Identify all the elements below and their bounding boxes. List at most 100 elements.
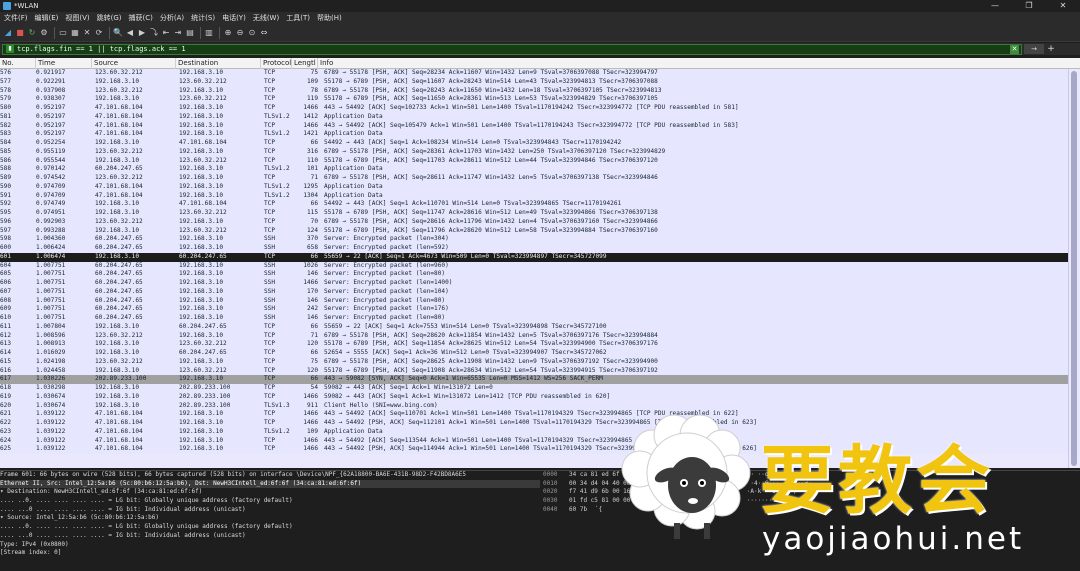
detail-tree-item[interactable]: Frame 601: 66 bytes on wire (528 bits), …	[0, 471, 540, 480]
restart-icon[interactable]: ↻	[27, 28, 37, 38]
table-row[interactable]: 619 1.030674 192.168.3.10 202.89.233.100 TCP…	[0, 392, 1068, 402]
search-icon[interactable]: 🔍	[113, 28, 123, 38]
table-row[interactable]: 577 0.922291 192.168.3.10 123.60.32.212 TCP 1…	[0, 77, 1068, 87]
gear-icon[interactable]: ⚙	[39, 28, 49, 38]
table-row[interactable]: 590 0.974709 47.101.68.104 192.168.3.10 TLSv…	[0, 182, 1068, 192]
table-row[interactable]: 604 1.007751 60.204.247.65 192.168.3.10 SSH 1…	[0, 261, 1068, 271]
table-row[interactable]: 614 1.016029 192.168.3.10 60.204.247.65 TCP 6…	[0, 349, 1068, 358]
column-header-time[interactable]: Time	[36, 58, 92, 69]
first-packet-icon[interactable]: ⇤	[161, 28, 171, 38]
table-row[interactable]: 605 1.007751 60.204.247.65 192.168.3.10 SSH 1…	[0, 270, 1068, 279]
hex-row[interactable]: 0010 00 34 d4 04 40 00 80 06 00 00 c0 a8 …	[543, 480, 1080, 489]
detail-tree-item[interactable]: .... ..0. .... .... .... .... = LG bit: …	[0, 497, 540, 506]
menu-item[interactable]: 统计(S)	[191, 13, 215, 23]
table-row[interactable]: 583 0.952197 47.101.68.104 192.168.3.10 TLSv…	[0, 130, 1068, 139]
table-row[interactable]: 625 1.039122 47.101.68.104 192.168.3.10 TCP 1…	[0, 445, 1068, 454]
table-row[interactable]: 621 1.039122 47.101.68.104 192.168.3.10 TCP 1…	[0, 410, 1068, 419]
table-row[interactable]: 610 1.007751 60.204.247.65 192.168.3.10 SSH 1…	[0, 314, 1068, 323]
last-packet-icon[interactable]: ⇥	[173, 28, 183, 38]
table-row[interactable]: 600 1.006424 60.204.247.65 192.168.3.10 SSH 6…	[0, 244, 1068, 253]
shark-fin-start-icon[interactable]: ◢	[3, 28, 13, 38]
table-row[interactable]: 579 0.938307 192.168.3.10 123.60.32.212 TCP 1…	[0, 95, 1068, 104]
detail-tree-item[interactable]: .... ..0. .... .... .... .... = LG bit: …	[0, 523, 540, 532]
goto-icon[interactable]: ⤵	[149, 28, 159, 38]
table-row[interactable]: 616 1.024458 192.168.3.10 123.60.32.212 TCP 1…	[0, 366, 1068, 376]
column-header-length[interactable]: Lengtl	[292, 58, 318, 69]
maximize-button[interactable]: ❐	[1012, 0, 1046, 12]
resize-columns-icon[interactable]: ⇔	[259, 28, 269, 38]
autoscroll-icon[interactable]: ▤	[185, 28, 195, 38]
colorize-icon[interactable]: ▥	[204, 28, 214, 38]
bookmark-filter-icon[interactable]: ▮	[6, 45, 14, 53]
table-row[interactable]: 620 1.030674 192.168.3.10 202.89.233.100 TLS…	[0, 401, 1068, 411]
table-row[interactable]: 612 1.008596 123.60.32.212 192.168.3.10 TCP 7…	[0, 331, 1068, 341]
folder-open-icon[interactable]: ▭	[58, 28, 68, 38]
table-row[interactable]: 609 1.007751 60.204.247.65 192.168.3.10 SSH 2…	[0, 305, 1068, 314]
table-row[interactable]: 624 1.039122 47.101.68.104 192.168.3.10 TCP 1…	[0, 436, 1068, 446]
table-row[interactable]: 606 1.007751 60.204.247.65 192.168.3.10 SSH 1…	[0, 279, 1068, 288]
table-row[interactable]: 617 1.030226 202.89.233.100 192.168.3.10 TCP…	[0, 375, 1068, 384]
detail-tree-item[interactable]: Ethernet II, Src: Intel_12:5a:b6 (5c:80:…	[0, 479, 540, 489]
reload-icon[interactable]: ⟳	[94, 28, 104, 38]
table-row[interactable]: 580 0.952197 47.101.68.104 192.168.3.10 TCP 1…	[0, 104, 1068, 113]
menu-item[interactable]: 捕获(C)	[129, 13, 153, 23]
table-row[interactable]: 595 0.974951 192.168.3.10 123.60.32.212 TCP 1…	[0, 209, 1068, 218]
table-row[interactable]: 585 0.955119 123.60.32.212 192.168.3.10 TCP 3…	[0, 147, 1068, 157]
menu-item[interactable]: 视图(V)	[65, 13, 89, 23]
table-row[interactable]: 608 1.007751 60.204.247.65 192.168.3.10 SSH 1…	[0, 296, 1068, 306]
close-x-icon[interactable]: ✕	[82, 28, 92, 38]
table-row[interactable]: 582 0.952197 47.101.68.104 192.168.3.10 TCP 1…	[0, 121, 1068, 131]
hex-row[interactable]: 0030 01 fd c5 81 00 00 01 01 08 0a 13 4f …	[543, 497, 1080, 506]
detail-tree-item[interactable]: .... ...0 .... .... .... .... = IG bit: …	[0, 532, 540, 541]
column-header-info[interactable]: Info	[318, 58, 1080, 69]
detail-tree-item[interactable]: [Stream index: 0]	[0, 549, 540, 558]
menu-item[interactable]: 无线(W)	[253, 13, 279, 23]
zoom-in-icon[interactable]: ⊕	[223, 28, 233, 38]
menu-item[interactable]: 电话(Y)	[222, 13, 246, 23]
table-row[interactable]: 576 0.921917 123.60.32.212 192.168.3.10 TCP 7…	[0, 69, 1068, 78]
save-grid-icon[interactable]: ▦	[70, 28, 80, 38]
menu-item[interactable]: 帮助(H)	[317, 13, 342, 23]
column-header-protocol[interactable]: Protocol	[261, 58, 292, 69]
table-row[interactable]: 622 1.039122 47.101.68.104 192.168.3.10 TCP 1…	[0, 419, 1068, 428]
back-arrow-icon[interactable]: ◀	[125, 28, 135, 38]
filter-text[interactable]: tcp.flags.fin == 1 || tcp.flags.ack == 1	[17, 45, 186, 53]
table-row[interactable]: 623 1.039122 47.101.68.104 192.168.3.10 TLSv…	[0, 427, 1068, 437]
menu-item[interactable]: 分析(A)	[160, 13, 184, 23]
table-row[interactable]: 598 1.004360 60.204.247.65 192.168.3.10 SSH 3…	[0, 235, 1068, 244]
table-row[interactable]: 589 0.974542 123.60.32.212 192.168.3.10 TCP 7…	[0, 174, 1068, 183]
table-row[interactable]: 597 0.993288 192.168.3.10 123.60.32.212 TCP 1…	[0, 226, 1068, 236]
table-row[interactable]: 578 0.937908 123.60.32.212 192.168.3.10 TCP 7…	[0, 86, 1068, 96]
table-row[interactable]: 592 0.974749 192.168.3.10 47.101.68.104 TCP 6…	[0, 200, 1068, 209]
column-header-no[interactable]: No.	[0, 58, 36, 69]
hex-row[interactable]: 0020 f7 41 d9 6b 00 16 1b 4f 21 3b 39 22 …	[543, 488, 1080, 497]
table-row[interactable]: 586 0.955544 192.168.3.10 123.60.32.212 TCP 1…	[0, 156, 1068, 166]
table-row[interactable]: 611 1.007804 192.168.3.10 60.204.247.65 TCP 6…	[0, 322, 1068, 332]
add-filter-button[interactable]: +	[1046, 44, 1056, 54]
table-row-selected[interactable]: 601 1.006474 192.168.3.10 60.204.247.65 TCP 6…	[0, 252, 1068, 262]
column-header-destination[interactable]: Destination	[176, 58, 261, 69]
menu-item[interactable]: 编辑(E)	[35, 13, 59, 23]
menu-item[interactable]: 工具(T)	[286, 13, 310, 23]
table-row[interactable]: 607 1.007751 60.204.247.65 192.168.3.10 SSH 1…	[0, 287, 1068, 297]
table-row[interactable]: 588 0.970142 60.204.247.65 192.168.3.10 TLSv…	[0, 165, 1068, 174]
column-header-source[interactable]: Source	[92, 58, 176, 69]
detail-tree-item[interactable]: ▾ Destination: NewH3CIntell_ed:6f:6f (34…	[0, 488, 540, 497]
detail-tree-item[interactable]: ▾ Source: Intel_12:5a:b6 (5c:80:b6:12:5a…	[0, 514, 540, 523]
minimize-button[interactable]: —	[978, 0, 1012, 12]
close-button[interactable]: ✕	[1046, 0, 1080, 12]
table-row[interactable]: 591 0.974709 47.101.68.104 192.168.3.10 TLSv…	[0, 191, 1068, 201]
zoom-reset-icon[interactable]: ⊙	[247, 28, 257, 38]
packet-list-scrollbar[interactable]	[1068, 69, 1080, 468]
detail-tree-item[interactable]: Type: IPv4 (0x0800)	[0, 541, 540, 550]
table-row[interactable]: 596 0.992903 123.60.32.212 192.168.3.10 TCP 7…	[0, 217, 1068, 227]
menu-item[interactable]: 跳转(G)	[97, 13, 122, 23]
menu-item[interactable]: 文件(F)	[4, 13, 28, 23]
table-row[interactable]: 581 0.952197 47.101.68.104 192.168.3.10 TLSv…	[0, 112, 1068, 122]
hex-row[interactable]: 0040 60 7b `{	[543, 506, 1080, 515]
stop-square-icon[interactable]: ■	[15, 28, 25, 38]
detail-tree-item[interactable]: .... ...0 .... .... .... .... = IG bit: …	[0, 506, 540, 515]
forward-arrow-icon[interactable]: ▶	[137, 28, 147, 38]
table-row[interactable]: 618 1.030298 192.168.3.10 202.89.233.100 TCP…	[0, 384, 1068, 393]
apply-filter-button[interactable]: →	[1024, 44, 1044, 54]
